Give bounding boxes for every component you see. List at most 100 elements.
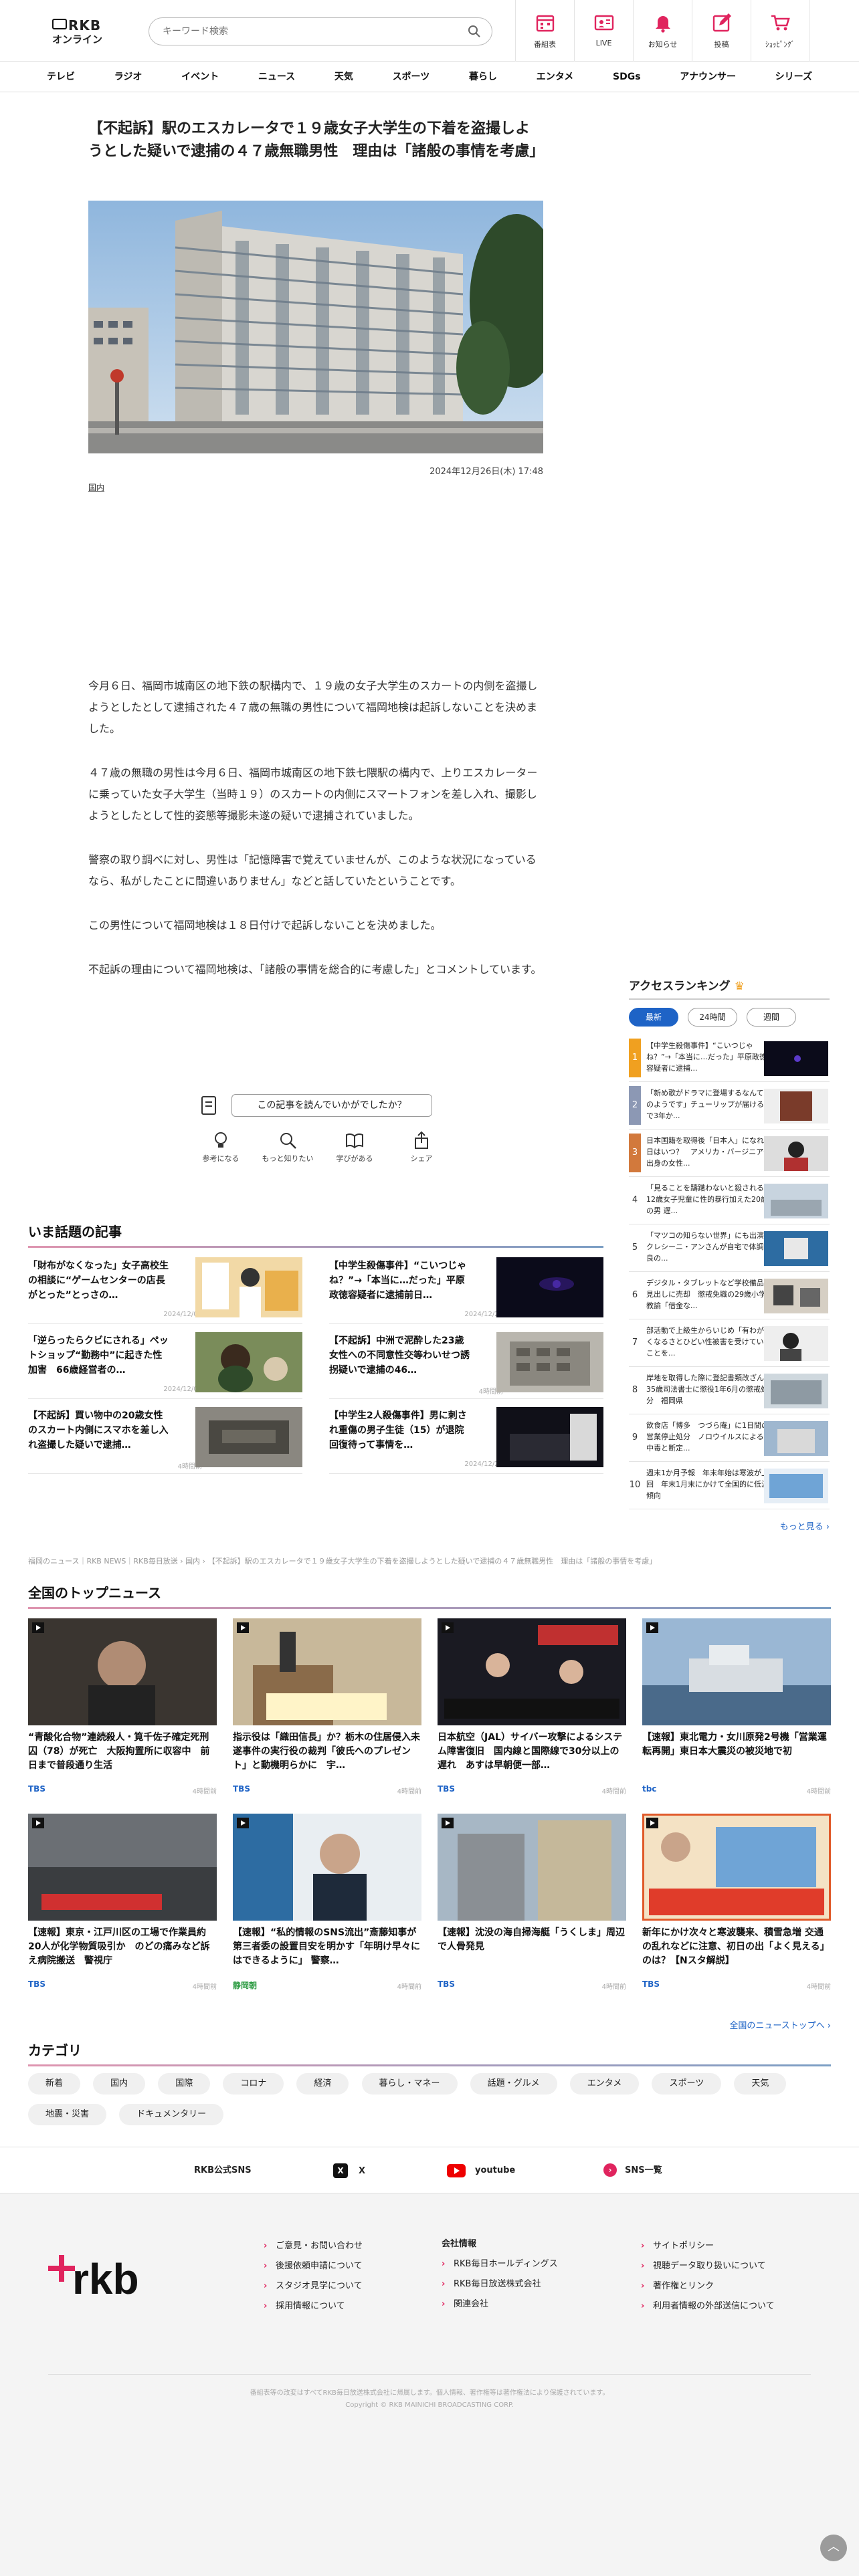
national-news-thumb	[233, 1814, 421, 1921]
ranking-item[interactable]: 3 日本国籍を取得後「日本人」になれる日はいつ？ アメリカ・バージニア州出身の女性…	[629, 1130, 830, 1177]
article-photo	[88, 201, 543, 453]
footer-link[interactable]: 視聴データ取り扱いについて	[641, 2256, 775, 2276]
category-chip[interactable]: 暮らし・マネー	[361, 2073, 458, 2095]
chevron-up-icon: ︿	[828, 2540, 840, 2554]
national-news-card[interactable]: 【速報】東北電力・女川原発2号機「営業運転再開」東日本大震災の被災地で初 tbc…	[642, 1618, 831, 1799]
trending-item[interactable]: 【中学生殺傷事件】“こいつじゃね？”→「本当に…だった」平原政徳容疑者に逮捕前日…	[329, 1257, 603, 1324]
category-chip[interactable]: 国際	[158, 2073, 211, 2095]
reaction-more-button[interactable]: もっと知りたい	[261, 1130, 314, 1164]
search-input[interactable]	[163, 24, 457, 39]
footer-link[interactable]: 著作権とリンク	[641, 2276, 775, 2296]
ranking-more-link[interactable]: もっと見る ›	[629, 1519, 830, 1532]
national-news-card[interactable]: 【速報】東京・江戸川区の工場で作業員約20人が化学物質吸引か のどの痛みなど訴え…	[28, 1814, 217, 1994]
footer-link[interactable]: スタジオ見学について	[264, 2276, 363, 2296]
reaction-label: シェア	[410, 1154, 433, 1163]
nav-live[interactable]: LIVE	[574, 0, 633, 62]
breadcrumb[interactable]: 福岡のニュース｜RKB NEWS｜RKB毎日放送 › 国内 › 【不起訴】駅のエ…	[28, 1555, 831, 1566]
category-chip[interactable]: 新着	[28, 2073, 81, 2095]
tab-weekly[interactable]: 週間	[747, 1008, 796, 1027]
footer-link[interactable]: RKB毎日放送株式会社	[442, 2274, 558, 2294]
footer-link[interactable]: サイトポリシー	[641, 2236, 775, 2256]
category-chip[interactable]: 天気	[734, 2073, 787, 2095]
search-icon[interactable]	[468, 25, 481, 38]
copyright: Copyright © RKB MAINICHI BROADCASTING CO…	[345, 2401, 514, 2409]
nav-life[interactable]: 暮らし	[469, 62, 497, 92]
nav-schedule[interactable]: 番組表	[515, 0, 574, 62]
reaction-share-button[interactable]: シェア	[395, 1130, 448, 1164]
rank-thumb	[764, 1469, 828, 1503]
trending-item[interactable]: 【中学生2人殺傷事件】男に刺され重傷の男子生徒（15）が退院 回復待って事情を……	[329, 1407, 603, 1474]
rank-thumb	[764, 1184, 828, 1218]
nav-announcer[interactable]: アナウンサー	[680, 62, 736, 92]
nav-post[interactable]: 投稿	[692, 0, 751, 62]
reaction-helpful-button[interactable]: 参考になる	[194, 1130, 248, 1164]
nav-event[interactable]: イベント	[181, 62, 219, 92]
category-chip[interactable]: エンタメ	[569, 2073, 640, 2095]
trending-item[interactable]: 「逆らったらクビにされる」ペットショップ“勤務中”に起きた性加害 66歳経営者の…	[28, 1332, 302, 1399]
category-chip[interactable]: 国内	[93, 2073, 146, 2095]
trending-item[interactable]: 【不起訴】買い物中の20歳女性のスカート内側にスマホを差し入れ盗撮した疑いで逮捕…	[28, 1407, 302, 1474]
site-logo[interactable]: RKB オンライン	[52, 17, 112, 47]
nav-weather[interactable]: 天気	[335, 62, 353, 92]
tab-latest[interactable]: 最新	[629, 1008, 678, 1027]
rank-title: 「マツコの知らない世界」にも出演 クレシーニ・アンさんが自宅で体調不良の...	[646, 1231, 771, 1263]
nav-entame[interactable]: エンタメ	[537, 62, 574, 92]
news-source: TBS	[642, 1979, 660, 1989]
nav-radio[interactable]: ラジオ	[114, 62, 142, 92]
trending-item[interactable]: 【不起訴】中洲で泥酔した23歳女性への不同意性交等わいせつ誘拐疑いで逮捕の46……	[329, 1332, 603, 1399]
article-paragraph: 不起訴の理由について福岡地検は、「諸般の事情を総合的に考慮した」とコメントしてい…	[88, 963, 542, 976]
sns-x-link[interactable]: XX	[333, 2163, 365, 2178]
national-news-card[interactable]: 新年にかけ次々と寒波襲来、積雪急増 交通の乱れなどに注意、初日の出「よく見える」…	[642, 1814, 831, 1994]
footer-link[interactable]: 後援依頼申請について	[264, 2256, 363, 2276]
national-news-card[interactable]: “青酸化合物”連続殺人・筧千佐子確定死刑囚（78）が死亡 大阪拘置所に収容中 前…	[28, 1618, 217, 1799]
ranking-item[interactable]: 2 「新め歌がドラマに登場するなんて夢のようです」チューリップが届けるまで3年か.…	[629, 1082, 830, 1130]
post-icon	[712, 13, 731, 32]
ranking-item[interactable]: 7 部活動で上級生からいじめ「有わがてくなるさとひどい性被害を受けていたことを..…	[629, 1319, 830, 1367]
national-news-card[interactable]: 日本航空（JAL）サイバー攻撃によるシステム障害復旧 国内線と国際線で30分以上…	[438, 1618, 626, 1799]
tab-24h[interactable]: 24時間	[688, 1008, 737, 1027]
footer-divider	[48, 2374, 811, 2375]
ranking-item[interactable]: 10 週末1か月予報 年末年始は寒波が上回 年末1月末にかけて全国的に低温傾向	[629, 1462, 830, 1509]
rank-thumb	[764, 1089, 828, 1123]
nav-sports[interactable]: スポーツ	[393, 62, 430, 92]
trending-item-date: 2024/12/07	[163, 1386, 202, 1393]
nav-shopping[interactable]: ｼｮｯﾋﾟﾝｸﾞ	[751, 0, 809, 62]
reaction-learn-button[interactable]: 学びがある	[328, 1130, 381, 1164]
nav-news[interactable]: ニュース	[258, 62, 295, 92]
ranking-item[interactable]: 6 デジタル・タブレットなど学校備品を見出しに売却 懲戒免職の29歳小学校教諭「借…	[629, 1272, 830, 1319]
category-chip[interactable]: 地震・災害	[28, 2104, 107, 2125]
national-news-card[interactable]: 【速報】沈没の海自掃海艇「うくしま」周辺で人骨発見 TBS 4時間前	[438, 1814, 626, 1994]
play-icon	[237, 1818, 249, 1828]
nav-notice[interactable]: お知らせ	[633, 0, 692, 62]
ranking-item[interactable]: 8 岸地を取得した際に登記書類改ざん 35歳司法書士に懲役1年6月の懲戒処分 福岡…	[629, 1367, 830, 1414]
footer-link[interactable]: 関連会社	[442, 2294, 558, 2315]
national-news-card[interactable]: 【速報】“私的情報のSNS流出”斎藤知事が第三者委の設置目安を明かす「年明け早々…	[233, 1814, 421, 1994]
national-news-more-link[interactable]: 全国のニューストップへ ›	[602, 2018, 831, 2031]
sns-youtube-link[interactable]: youtube	[447, 2163, 515, 2178]
national-news-card[interactable]: 指示役は「織田信長」か？栃木の住居侵入未遂事件の実行役の裁判「彼氏へのプレゼント…	[233, 1618, 421, 1799]
category-chip[interactable]: スポーツ	[652, 2073, 722, 2095]
trending-item-title: 「財布がなくなった」女子高校生の相談に“ゲームセンターの店長がとった”とっさの…	[28, 1261, 169, 1301]
footer-link[interactable]: 採用情報について	[264, 2296, 363, 2317]
nav-tv[interactable]: テレビ	[47, 62, 75, 92]
back-to-top-button[interactable]: ︿	[820, 2535, 847, 2561]
nav-series[interactable]: シリーズ	[775, 62, 812, 92]
footer-link[interactable]: 利用者情報の外部送信について	[641, 2296, 775, 2317]
ranking-item[interactable]: 1 【中学生殺傷事件】“こいつじゃね？”→「本当に…だった」平原政徳容疑者に逮捕.…	[629, 1035, 830, 1082]
category-chip[interactable]: ドキュメンタリー	[119, 2104, 224, 2125]
ranking-item[interactable]: 5 「マツコの知らない世界」にも出演 クレシーニ・アンさんが自宅で体調不良の...	[629, 1224, 830, 1272]
category-chip[interactable]: 話題・グルメ	[470, 2073, 557, 2095]
article-genre-link[interactable]: 国内	[88, 481, 104, 493]
national-news-headline: 【速報】東北電力・女川原発2号機「営業運転再開」東日本大震災の被災地で初	[642, 1732, 827, 1757]
sns-list-link[interactable]: › SNS一覧	[603, 2163, 662, 2178]
category-chip[interactable]: コロナ	[223, 2073, 284, 2095]
trending-item[interactable]: 「財布がなくなった」女子高校生の相談に“ゲームセンターの店長がとった”とっさの……	[28, 1257, 302, 1324]
footer-link[interactable]: ご意見・お問い合わせ	[264, 2236, 363, 2256]
rkb-footer-logo[interactable]: rkb	[48, 2247, 169, 2314]
category-chip[interactable]: 経済	[296, 2073, 349, 2095]
ranking-item[interactable]: 4 「見ることを躊躇わないと殺される」12歳女子児童に性的暴行加えた20歳の男 遅…	[629, 1177, 830, 1224]
nav-sdgs[interactable]: SDGs	[613, 62, 641, 92]
footer-link[interactable]: RKB毎日ホールディングス	[442, 2254, 558, 2274]
ranking-item[interactable]: 9 飲食店「博多 つづら庵」に1日間の営業停止処分 ノロウイルスによる食中毒と断定…	[629, 1414, 830, 1462]
svg-text:rkb: rkb	[72, 2255, 139, 2303]
